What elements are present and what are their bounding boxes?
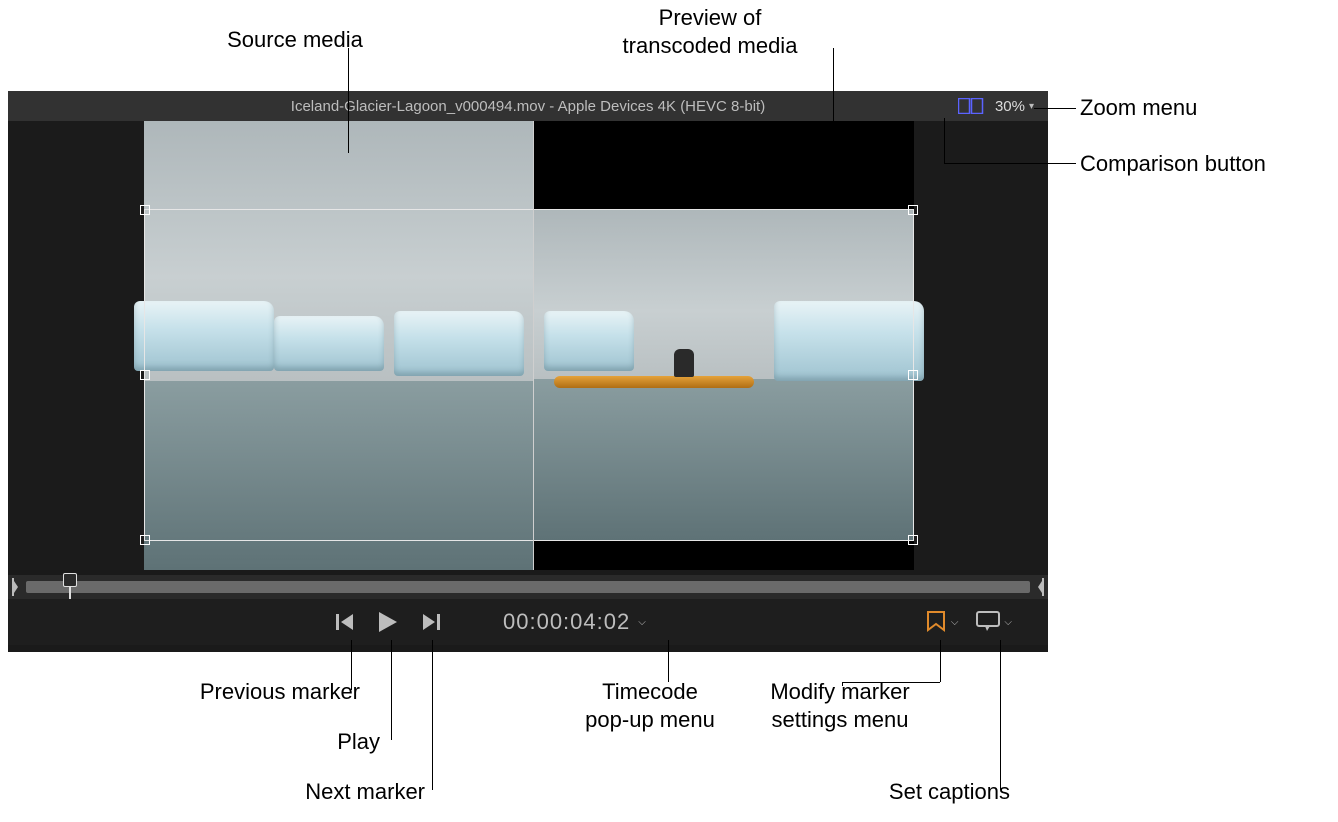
crop-handle[interactable] [140, 535, 150, 545]
out-point-icon[interactable] [1034, 578, 1044, 596]
chevron-down-icon: ▾ [1029, 101, 1034, 112]
crop-handle[interactable] [908, 535, 918, 545]
crop-handle[interactable] [140, 370, 150, 380]
zoom-menu[interactable]: 30% ▾ [995, 98, 1034, 115]
marker-icon [925, 610, 947, 634]
callout-next-marker: Next marker [255, 778, 425, 806]
next-marker-button[interactable] [421, 612, 441, 632]
play-icon [377, 610, 399, 634]
comparison-button[interactable] [957, 96, 985, 116]
playhead[interactable] [63, 573, 77, 601]
zoom-value: 30% [995, 98, 1025, 115]
callout-compare: Comparison button [1080, 150, 1266, 178]
callout-prev-marker: Previous marker [140, 678, 360, 706]
set-captions-menu[interactable]: ⌵ [976, 611, 1012, 633]
comparison-divider[interactable] [533, 121, 534, 570]
callout-play: Play [290, 728, 380, 756]
previous-marker-button[interactable] [335, 612, 355, 632]
crop-frame[interactable] [144, 209, 914, 541]
control-bar: 00:00:04:02 ⌵ ⌵ ⌵ [8, 599, 1048, 645]
viewer[interactable] [8, 121, 1048, 570]
comparison-icon [958, 98, 984, 114]
titlebar: Iceland-Glacier-Lagoon_v000494.mov - App… [8, 91, 1048, 121]
next-marker-icon [421, 612, 441, 632]
chevron-down-icon: ⌵ [1004, 617, 1012, 628]
in-point-icon[interactable] [12, 578, 22, 596]
chevron-down-icon: ⌵ [638, 617, 647, 628]
titlebar-filename: Iceland-Glacier-Lagoon_v000494.mov - App… [8, 98, 1048, 115]
callout-transcoded: Preview of transcoded media [580, 4, 840, 59]
crop-handle[interactable] [908, 370, 918, 380]
callout-zoom: Zoom menu [1080, 94, 1197, 122]
timecode-value: 00:00:04:02 [503, 609, 630, 635]
timeline-scrub[interactable] [8, 575, 1048, 599]
modify-marker-menu[interactable]: ⌵ [925, 610, 959, 634]
callout-captions: Set captions [840, 778, 1010, 806]
crop-handle[interactable] [908, 205, 918, 215]
play-button[interactable] [377, 610, 399, 634]
timecode-menu[interactable]: 00:00:04:02 ⌵ [503, 609, 647, 635]
crop-handle[interactable] [140, 205, 150, 215]
previous-marker-icon [335, 612, 355, 632]
callout-modify-marker: Modify marker settings menu [740, 678, 940, 733]
scrub-track[interactable] [26, 581, 1030, 593]
preview-window: Iceland-Glacier-Lagoon_v000494.mov - App… [8, 91, 1048, 652]
chevron-down-icon: ⌵ [951, 617, 959, 628]
callout-source-media: Source media [205, 26, 385, 54]
caption-icon [976, 611, 1000, 633]
